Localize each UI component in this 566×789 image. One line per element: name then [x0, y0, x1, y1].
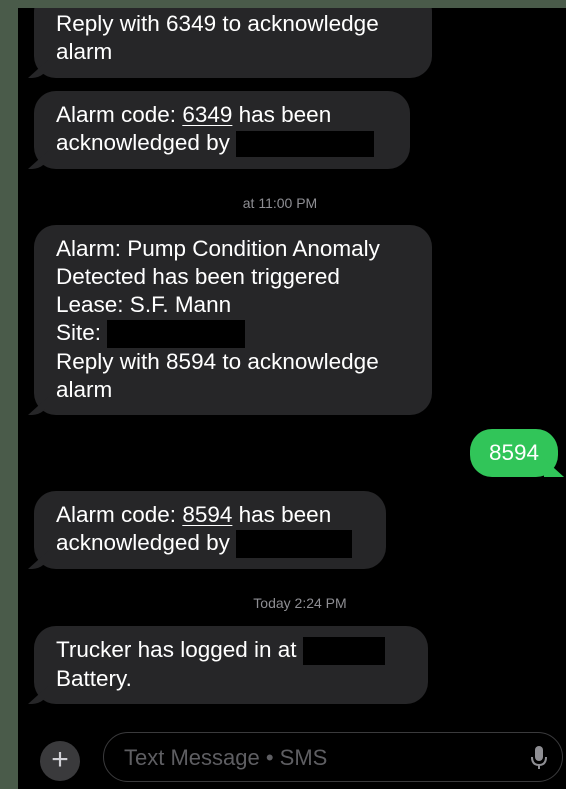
- message-text: has been: [232, 102, 332, 127]
- message-text: Alarm code:: [56, 502, 183, 527]
- alarm-code-link[interactable]: 6349: [182, 102, 232, 127]
- message-bubble-incoming[interactable]: Alarm: Pump Condition Anomaly Detected h…: [34, 225, 432, 415]
- message-line: Detected has been triggered: [56, 264, 340, 289]
- redacted-site: [107, 320, 246, 349]
- message-composer: +: [18, 716, 566, 789]
- message-text: Site:: [56, 320, 102, 345]
- message-line: alarm: [56, 377, 113, 403]
- message-text: acknowledged by: [56, 130, 230, 155]
- message-line: Alarm code: 8594 has been: [56, 501, 368, 529]
- message-text: Alarm code:: [56, 102, 183, 127]
- timestamp: at 11:00 PM: [242, 195, 318, 211]
- message-text: Trucker has logged in at: [56, 637, 297, 662]
- message-text: has been: [232, 502, 332, 527]
- message-line: alarm: [56, 39, 113, 64]
- message-line: acknowledged by: [56, 129, 392, 158]
- message-input-field[interactable]: [103, 732, 563, 783]
- alarm-code-link[interactable]: 8594: [182, 502, 232, 527]
- redacted-name: [235, 131, 374, 158]
- message-text: 8594: [488, 440, 540, 465]
- message-line: Site:: [56, 319, 414, 349]
- plus-icon[interactable]: +: [40, 741, 80, 781]
- messages-screen: Reply with 6349 to acknowledge alarm Ala…: [18, 8, 566, 789]
- message-line: Alarm code: 6349 has been: [56, 101, 392, 129]
- message-line: Reply with 8594 to acknowledge: [56, 349, 379, 375]
- redacted-name: [235, 530, 352, 559]
- message-bubble-outgoing[interactable]: 8594: [470, 429, 558, 477]
- message-line: Lease: S.F. Mann: [56, 292, 232, 317]
- message-line: Reply with 6349 to acknowledge: [56, 11, 379, 36]
- message-line: Battery.: [56, 666, 132, 692]
- microphone-icon[interactable]: [530, 745, 548, 771]
- message-bubble-incoming[interactable]: Trucker has logged in at Battery.: [34, 626, 428, 704]
- message-text: acknowledged by: [56, 530, 230, 555]
- message-input[interactable]: [122, 733, 506, 783]
- message-line: acknowledged by: [56, 529, 368, 559]
- redacted-location: [302, 637, 385, 666]
- message-line: Alarm: Pump Condition Anomaly: [56, 236, 380, 261]
- message-line: Trucker has logged in at: [56, 636, 410, 666]
- message-bubble-incoming[interactable]: Alarm code: 8594 has been acknowledged b…: [34, 491, 386, 569]
- message-bubble-incoming[interactable]: Alarm code: 6349 has been acknowledged b…: [34, 91, 410, 169]
- message-bubble-incoming[interactable]: Reply with 6349 to acknowledge alarm: [34, 8, 432, 78]
- timestamp: Today 2:24 PM: [253, 595, 347, 611]
